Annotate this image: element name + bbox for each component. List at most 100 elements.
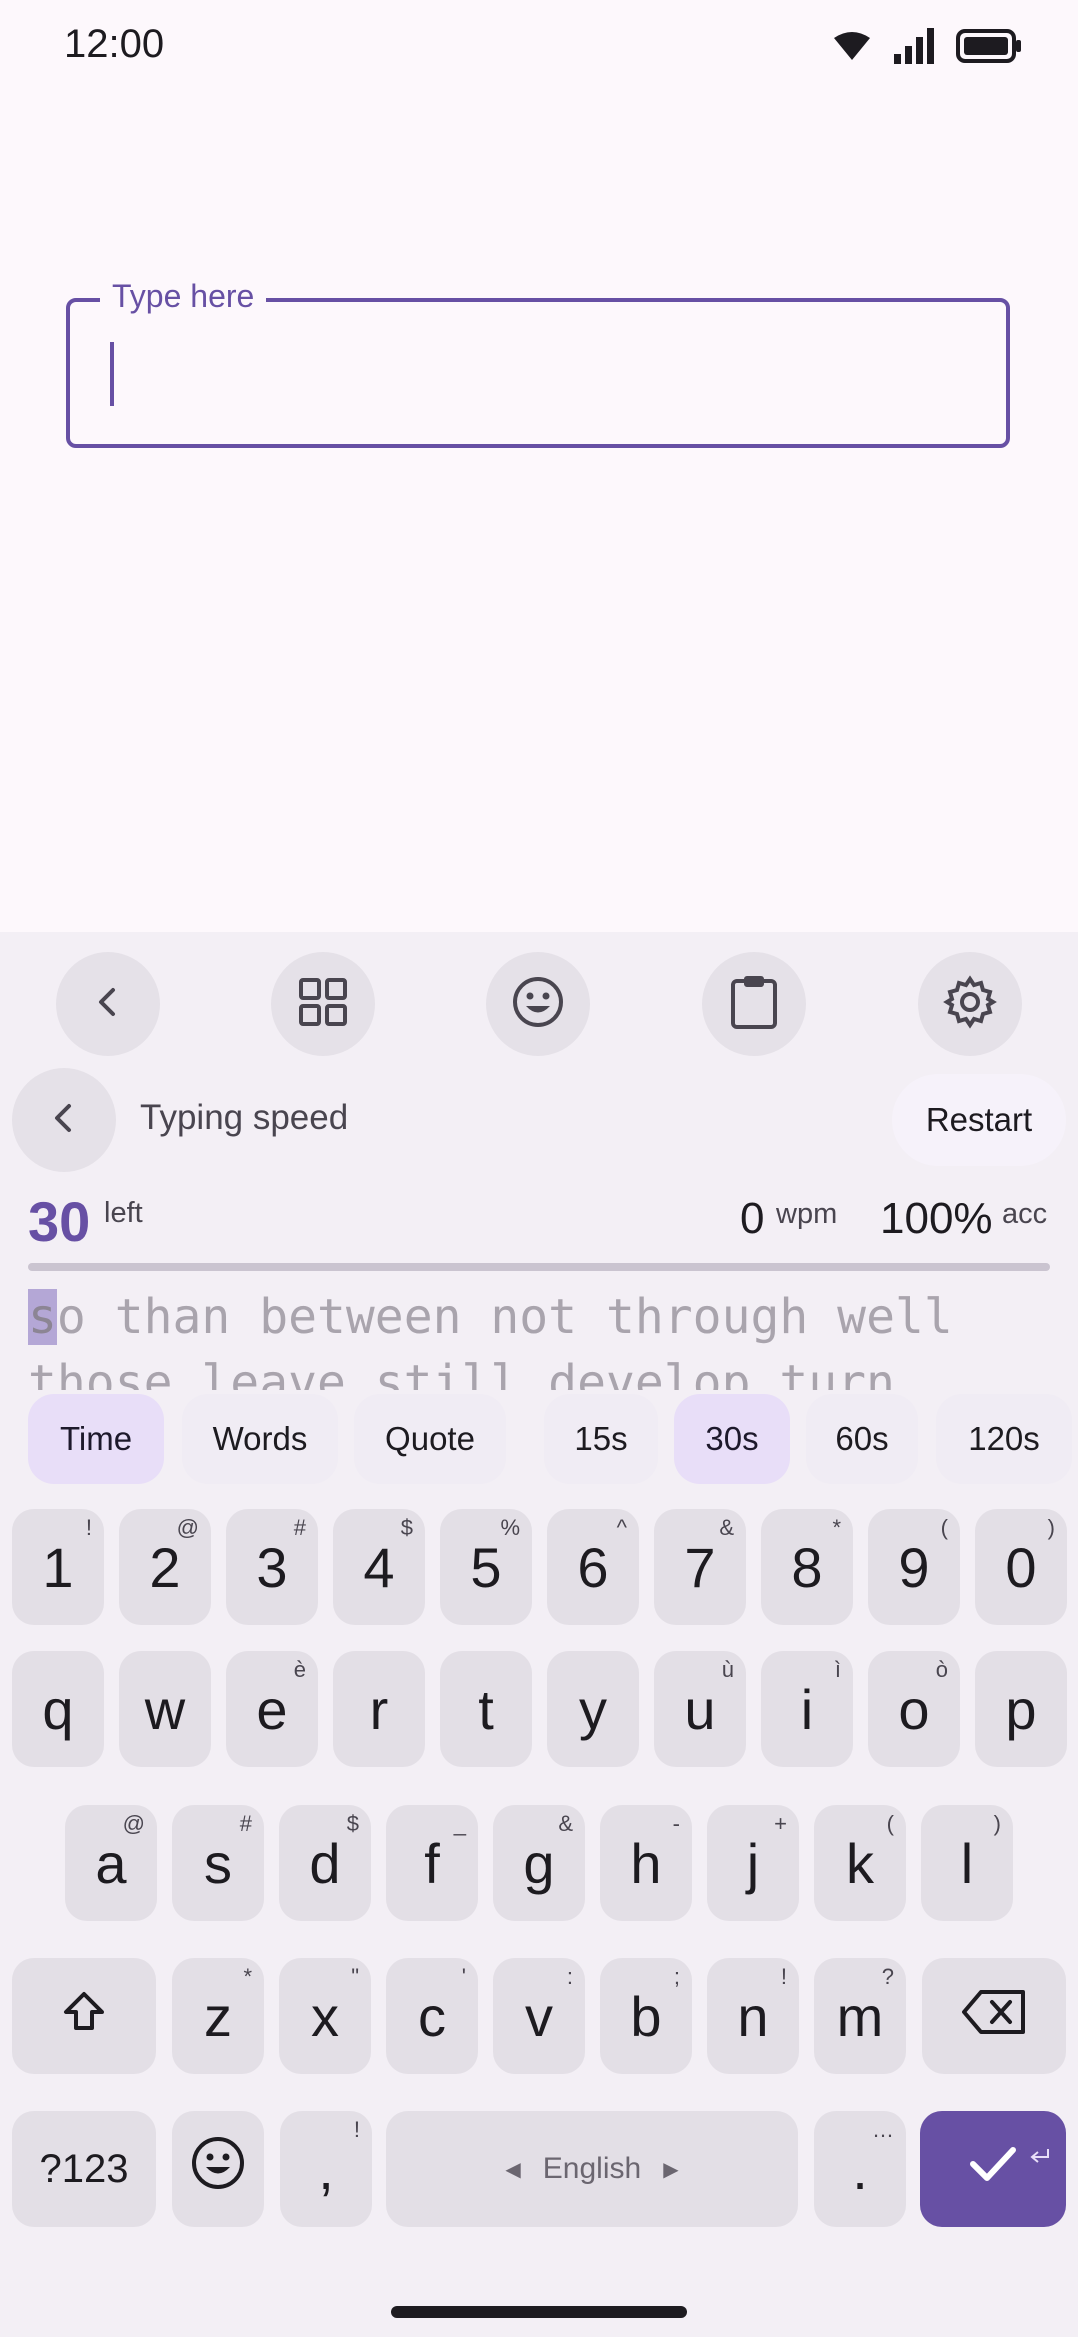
key-x[interactable]: x " bbox=[279, 1958, 371, 2074]
comma-key[interactable]: , ! bbox=[280, 2111, 372, 2227]
key-hint: * bbox=[243, 1964, 252, 1989]
symbols-key[interactable]: ?123 bbox=[12, 2111, 156, 2227]
key-q[interactable]: q bbox=[12, 1651, 104, 1767]
key-label: 0 bbox=[1005, 1535, 1037, 1599]
enter-key[interactable] bbox=[920, 2111, 1066, 2227]
key-u[interactable]: uù bbox=[654, 1651, 746, 1767]
grid-icon bbox=[298, 977, 348, 1032]
shift-key[interactable] bbox=[12, 1958, 156, 2074]
mode-chip-quote[interactable]: Quote bbox=[354, 1394, 506, 1484]
duration-chip-30s[interactable]: 30s bbox=[674, 1394, 790, 1484]
key-label: e bbox=[256, 1677, 288, 1741]
key-e[interactable]: eè bbox=[226, 1651, 318, 1767]
toolbar-settings-button[interactable] bbox=[918, 952, 1022, 1056]
key-6[interactable]: 6 ^ bbox=[547, 1509, 639, 1625]
duration-chip-60s[interactable]: 60s bbox=[806, 1394, 918, 1484]
key-j[interactable]: j + bbox=[707, 1805, 799, 1921]
mode-chip-words[interactable]: Words bbox=[182, 1394, 338, 1484]
toolbar-back-button[interactable] bbox=[56, 952, 160, 1056]
key-8[interactable]: 8 * bbox=[761, 1509, 853, 1625]
key-hint: ? bbox=[881, 1964, 894, 1989]
key-3[interactable]: 3 # bbox=[226, 1509, 318, 1625]
key-f[interactable]: f _ bbox=[386, 1805, 478, 1921]
key-label: 6 bbox=[577, 1535, 609, 1599]
key-hint: - bbox=[672, 1811, 680, 1836]
key-k[interactable]: k( bbox=[814, 1805, 906, 1921]
key-4[interactable]: 4 $ bbox=[333, 1509, 425, 1625]
key-label: 8 bbox=[791, 1535, 823, 1599]
shift-icon bbox=[60, 1984, 108, 2049]
key-hint: ) bbox=[1047, 1515, 1055, 1540]
current-char: s bbox=[28, 1289, 57, 1345]
panel-back-button[interactable] bbox=[12, 1068, 116, 1172]
key-n[interactable]: n! bbox=[707, 1958, 799, 2074]
key-2[interactable]: 2 @ bbox=[119, 1509, 211, 1625]
gear-icon bbox=[943, 974, 997, 1034]
key-9[interactable]: 9( bbox=[868, 1509, 960, 1625]
key-hint: ! bbox=[85, 1515, 92, 1540]
key-hint: % bbox=[500, 1515, 520, 1540]
key-h[interactable]: h- bbox=[600, 1805, 692, 1921]
key-0[interactable]: 0) bbox=[975, 1509, 1067, 1625]
key-v[interactable]: v: bbox=[493, 1958, 585, 2074]
key-s[interactable]: s # bbox=[172, 1805, 264, 1921]
key-hint: ù bbox=[721, 1657, 734, 1682]
wifi-icon bbox=[832, 30, 872, 67]
key-5[interactable]: 5% bbox=[440, 1509, 532, 1625]
key-hint: @ bbox=[122, 1811, 145, 1836]
period-key[interactable]: . … bbox=[814, 2111, 906, 2227]
home-indicator[interactable] bbox=[391, 2306, 687, 2318]
toolbar-clipboard-button[interactable] bbox=[702, 952, 806, 1056]
key-label: w bbox=[144, 1677, 186, 1741]
key-i[interactable]: iì bbox=[761, 1651, 853, 1767]
time-left-unit: left bbox=[104, 1197, 143, 1229]
space-key[interactable]: ◀ English ▶ bbox=[386, 2111, 798, 2227]
mode-chip-time[interactable]: Time bbox=[28, 1394, 164, 1484]
comma-key-hint: ! bbox=[353, 2117, 360, 2142]
backspace-key[interactable] bbox=[922, 1958, 1066, 2074]
key-b[interactable]: b; bbox=[600, 1958, 692, 2074]
duration-chip-120s[interactable]: 120s bbox=[936, 1394, 1072, 1484]
key-z[interactable]: z * bbox=[172, 1958, 264, 2074]
key-label: d bbox=[309, 1831, 341, 1895]
key-1[interactable]: 1! bbox=[12, 1509, 104, 1625]
key-7[interactable]: 7 & bbox=[654, 1509, 746, 1625]
key-hint: ì bbox=[834, 1657, 841, 1682]
return-icon bbox=[1028, 2115, 1052, 2180]
clipboard-icon bbox=[729, 974, 779, 1035]
key-y[interactable]: y bbox=[547, 1651, 639, 1767]
key-l[interactable]: l) bbox=[921, 1805, 1013, 1921]
key-label: t bbox=[478, 1677, 494, 1741]
time-progress-bar bbox=[28, 1263, 1050, 1271]
key-g[interactable]: g & bbox=[493, 1805, 585, 1921]
key-label: o bbox=[898, 1677, 930, 1741]
key-a[interactable]: a @ bbox=[65, 1805, 157, 1921]
key-label: u bbox=[684, 1677, 716, 1741]
key-d[interactable]: d $ bbox=[279, 1805, 371, 1921]
key-label: r bbox=[369, 1677, 389, 1741]
key-p[interactable]: p bbox=[975, 1651, 1067, 1767]
key-hint: # bbox=[239, 1811, 252, 1836]
key-hint: $ bbox=[346, 1811, 359, 1836]
duration-chip-15s[interactable]: 15s bbox=[544, 1394, 658, 1484]
emoji-key[interactable] bbox=[172, 2111, 264, 2227]
key-c[interactable]: c ' bbox=[386, 1958, 478, 2074]
key-label: z bbox=[204, 1984, 232, 2048]
key-label: j bbox=[746, 1831, 760, 1895]
key-label: f bbox=[424, 1831, 440, 1895]
key-hint: " bbox=[351, 1964, 359, 1989]
key-hint: $ bbox=[400, 1515, 413, 1540]
key-label: n bbox=[737, 1984, 769, 2048]
key-label: k bbox=[846, 1831, 874, 1895]
key-r[interactable]: r bbox=[333, 1651, 425, 1767]
toolbar-grid-button[interactable] bbox=[271, 952, 375, 1056]
key-label: y bbox=[579, 1677, 607, 1741]
toolbar-emoji-button[interactable] bbox=[486, 952, 590, 1056]
key-t[interactable]: t bbox=[440, 1651, 532, 1767]
key-o[interactable]: oò bbox=[868, 1651, 960, 1767]
key-m[interactable]: m? bbox=[814, 1958, 906, 2074]
type-here-field[interactable] bbox=[66, 298, 1010, 448]
key-hint: & bbox=[558, 1811, 573, 1836]
restart-button[interactable]: Restart bbox=[892, 1074, 1066, 1166]
key-w[interactable]: w bbox=[119, 1651, 211, 1767]
